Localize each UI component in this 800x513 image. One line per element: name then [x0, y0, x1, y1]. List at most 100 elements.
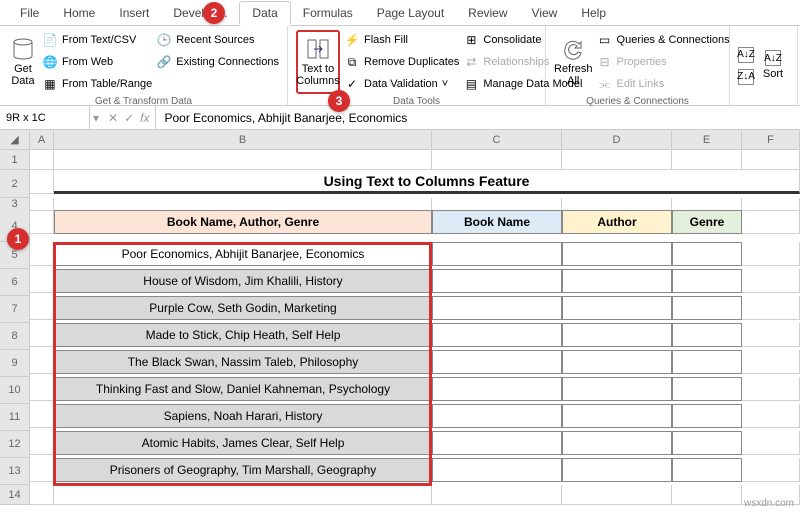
- row-header[interactable]: 9: [0, 350, 30, 377]
- globe-icon: 🌐: [42, 54, 58, 70]
- data-cell[interactable]: [562, 269, 672, 293]
- sort-button[interactable]: A↓Z Sort: [758, 30, 788, 101]
- data-cell[interactable]: [432, 323, 562, 347]
- col-f[interactable]: F: [742, 130, 800, 150]
- data-cell[interactable]: [432, 350, 562, 374]
- data-cell[interactable]: [672, 431, 742, 455]
- data-cell[interactable]: [672, 404, 742, 428]
- select-all[interactable]: ◢: [0, 130, 30, 150]
- tab-view[interactable]: View: [520, 0, 570, 25]
- get-data-button[interactable]: Get Data: [8, 30, 38, 94]
- header-author[interactable]: Author: [562, 210, 672, 234]
- name-box[interactable]: 9R x 1C: [0, 106, 90, 129]
- data-cell[interactable]: Prisoners of Geography, Tim Marshall, Ge…: [54, 458, 432, 482]
- data-cell[interactable]: [562, 323, 672, 347]
- title-cell[interactable]: Using Text to Columns Feature: [54, 170, 800, 194]
- from-text-csv[interactable]: 📄From Text/CSV: [42, 30, 152, 50]
- tab-developer[interactable]: Develop...: [161, 0, 239, 25]
- fx-icon[interactable]: fx: [140, 111, 149, 125]
- row-header[interactable]: 2: [0, 170, 30, 198]
- data-cell[interactable]: [672, 458, 742, 482]
- data-cell[interactable]: Thinking Fast and Slow, Daniel Kahneman,…: [54, 377, 432, 401]
- tab-file[interactable]: File: [8, 0, 51, 25]
- data-cell[interactable]: [432, 404, 562, 428]
- recent-sources[interactable]: 🕒Recent Sources: [156, 30, 279, 50]
- tab-insert[interactable]: Insert: [107, 0, 161, 25]
- data-cell[interactable]: [432, 269, 562, 293]
- row-header[interactable]: 13: [0, 458, 30, 485]
- tab-page-layout[interactable]: Page Layout: [365, 0, 456, 25]
- data-cell[interactable]: [672, 350, 742, 374]
- header-book-name[interactable]: Book Name: [432, 210, 562, 234]
- remove-duplicates[interactable]: ⧉Remove Duplicates: [344, 52, 459, 72]
- sort-desc[interactable]: Z↓A: [738, 67, 754, 87]
- data-cell[interactable]: [562, 458, 672, 482]
- file-icon: 📄: [42, 32, 58, 48]
- columns-icon: [306, 37, 330, 61]
- tab-bar: File Home Insert Develop... Data Formula…: [0, 0, 800, 26]
- queries-connections[interactable]: ▭Queries & Connections: [597, 30, 730, 50]
- data-cell[interactable]: [432, 296, 562, 320]
- cancel-icon[interactable]: ✕: [108, 111, 118, 125]
- flash-fill[interactable]: ⚡Flash Fill: [344, 30, 459, 50]
- data-cell[interactable]: [672, 242, 742, 266]
- row-header[interactable]: 8: [0, 323, 30, 350]
- row-header[interactable]: 14: [0, 485, 30, 505]
- data-cell[interactable]: Sapiens, Noah Harari, History: [54, 404, 432, 428]
- col-e[interactable]: E: [672, 130, 742, 150]
- tab-data[interactable]: Data: [239, 1, 290, 26]
- data-cell[interactable]: [562, 431, 672, 455]
- row-header[interactable]: 12: [0, 431, 30, 458]
- data-cell[interactable]: Poor Economics, Abhijit Banarjee, Econom…: [54, 242, 432, 266]
- header-book-author-genre[interactable]: Book Name, Author, Genre: [54, 210, 432, 234]
- data-cell[interactable]: [562, 296, 672, 320]
- data-cell[interactable]: [562, 404, 672, 428]
- tab-help[interactable]: Help: [569, 0, 618, 25]
- sort-az-icon: A↓Z: [738, 47, 754, 63]
- data-cell[interactable]: [562, 377, 672, 401]
- connection-icon: 🔗: [156, 54, 172, 70]
- row-header[interactable]: 6: [0, 269, 30, 296]
- col-a[interactable]: A: [30, 130, 54, 150]
- from-table-range[interactable]: ▦From Table/Range: [42, 74, 152, 94]
- edit-links: ⫘Edit Links: [597, 74, 730, 94]
- tab-formulas[interactable]: Formulas: [291, 0, 365, 25]
- row-header[interactable]: 7: [0, 296, 30, 323]
- col-d[interactable]: D: [562, 130, 672, 150]
- link-icon: ⫘: [597, 76, 613, 92]
- from-web[interactable]: 🌐From Web: [42, 52, 152, 72]
- data-cell[interactable]: Made to Stick, Chip Heath, Self Help: [54, 323, 432, 347]
- refresh-all-button[interactable]: Refresh All: [554, 30, 593, 94]
- row-header[interactable]: 1: [0, 150, 30, 170]
- data-cell[interactable]: [562, 242, 672, 266]
- tab-review[interactable]: Review: [456, 0, 519, 25]
- existing-connections[interactable]: 🔗Existing Connections: [156, 52, 279, 72]
- col-c[interactable]: C: [432, 130, 562, 150]
- data-cell[interactable]: [672, 296, 742, 320]
- data-cell[interactable]: Purple Cow, Seth Godin, Marketing: [54, 296, 432, 320]
- header-genre[interactable]: Genre: [672, 210, 742, 234]
- sort-za-icon: Z↓A: [738, 69, 754, 85]
- data-cell[interactable]: House of Wisdom, Jim Khalili, History: [54, 269, 432, 293]
- data-cell[interactable]: Atomic Habits, James Clear, Self Help: [54, 431, 432, 455]
- enter-icon[interactable]: ✓: [124, 111, 134, 125]
- data-cell[interactable]: [432, 377, 562, 401]
- data-validation[interactable]: ✓Data Validation ˅: [344, 74, 459, 94]
- tab-home[interactable]: Home: [51, 0, 107, 25]
- formula-bar[interactable]: Poor Economics, Abhijit Banarjee, Econom…: [156, 111, 800, 125]
- data-cell[interactable]: [432, 431, 562, 455]
- text-to-columns-button[interactable]: Text to Columns: [296, 30, 340, 94]
- data-cell[interactable]: [672, 323, 742, 347]
- row-header[interactable]: 11: [0, 404, 30, 431]
- data-cell[interactable]: [432, 242, 562, 266]
- row-header[interactable]: 10: [0, 377, 30, 404]
- data-cell[interactable]: [672, 377, 742, 401]
- data-cell[interactable]: [672, 269, 742, 293]
- sort-asc[interactable]: A↓Z: [738, 45, 754, 65]
- data-cell[interactable]: [432, 458, 562, 482]
- worksheet[interactable]: ◢ A B C D E F 1 2 Using Text to Columns …: [0, 130, 800, 505]
- col-b[interactable]: B: [54, 130, 432, 150]
- data-cell[interactable]: The Black Swan, Nassim Taleb, Philosophy: [54, 350, 432, 374]
- refresh-icon: [561, 37, 585, 61]
- data-cell[interactable]: [562, 350, 672, 374]
